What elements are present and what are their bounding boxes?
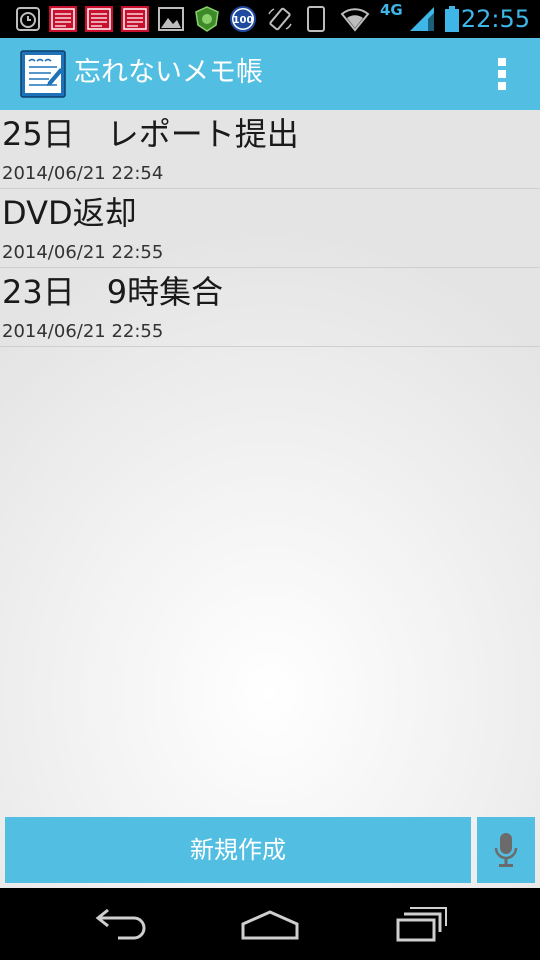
status-time: 22:55 <box>460 5 530 33</box>
screen-rotation-icon <box>268 7 292 31</box>
list-item[interactable]: 25日 レポート提出 2014/06/21 22:54 <box>0 110 540 189</box>
list-item[interactable]: DVD返却 2014/06/21 22:55 <box>0 189 540 268</box>
back-icon[interactable] <box>88 904 154 944</box>
calendar-icon <box>85 6 113 32</box>
shield-app-icon <box>195 6 219 32</box>
memo-date: 2014/06/21 22:55 <box>2 321 164 342</box>
memo-title: 23日 9時集合 <box>2 273 224 311</box>
microphone-icon <box>494 833 518 867</box>
wifi-icon <box>340 8 370 32</box>
overflow-menu-icon[interactable] <box>492 56 512 92</box>
navigation-bar <box>0 888 540 960</box>
signal-icon <box>410 7 434 31</box>
alarm-icon <box>16 7 40 31</box>
memo-title: 25日 レポート提出 <box>2 115 299 153</box>
battery-100-badge-icon: 100 <box>230 6 256 32</box>
image-icon <box>158 7 184 31</box>
memo-content-area: 25日 レポート提出 2014/06/21 22:54 DVD返却 2014/0… <box>0 110 540 888</box>
calendar-icon <box>121 6 149 32</box>
recent-apps-icon[interactable] <box>388 904 454 944</box>
new-memo-button[interactable]: 新規作成 <box>5 817 471 883</box>
app-screen: 100 4G 22:55 忘れないメモ帳 25日 レポート提出 2014/06/… <box>0 0 540 960</box>
memo-title: DVD返却 <box>2 194 137 232</box>
voice-input-button[interactable] <box>477 817 535 883</box>
home-icon[interactable] <box>237 904 303 944</box>
list-item[interactable]: 23日 9時集合 2014/06/21 22:55 <box>0 268 540 347</box>
phone-icon <box>307 6 325 32</box>
action-bar: 忘れないメモ帳 <box>0 38 540 110</box>
memo-list: 25日 レポート提出 2014/06/21 22:54 DVD返却 2014/0… <box>0 110 540 347</box>
memo-date: 2014/06/21 22:54 <box>2 163 164 184</box>
status-bar: 100 4G 22:55 <box>0 0 540 38</box>
memo-app-icon[interactable] <box>20 50 66 98</box>
memo-date: 2014/06/21 22:55 <box>2 242 164 263</box>
app-title: 忘れないメモ帳 <box>74 57 263 88</box>
calendar-icon <box>49 6 77 32</box>
badge-count: 100 <box>233 15 254 26</box>
battery-icon <box>445 6 459 32</box>
network-type-label: 4G <box>380 1 403 19</box>
